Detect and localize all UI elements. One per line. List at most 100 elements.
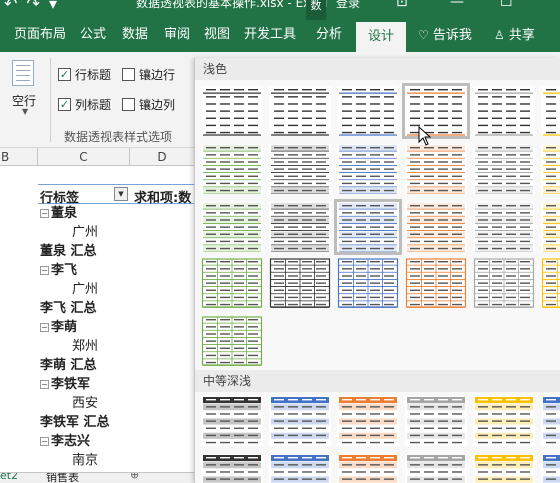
banded-rows-checkbox[interactable]: 镶边行	[122, 66, 175, 83]
pivot-style-swatch[interactable]	[405, 202, 467, 252]
pivot-style-swatch-medium[interactable]	[405, 396, 467, 446]
pivot-style-swatch[interactable]	[473, 258, 535, 308]
maximize-icon[interactable]: ☐	[500, 0, 513, 10]
tab-page-layout[interactable]: 页面布局	[14, 20, 66, 52]
pivot-city-row[interactable]: 西安	[72, 394, 98, 413]
section-light: 浅色	[195, 58, 560, 80]
add-sheet-icon[interactable]: ⊕	[130, 473, 139, 481]
filter-dropdown-icon[interactable]: ▼	[114, 187, 128, 201]
ribbon-display-icon[interactable]: ⊡	[396, 0, 408, 10]
mouse-cursor-icon	[418, 126, 432, 146]
pivot-style-swatch-medium[interactable]	[405, 454, 467, 483]
pivot-group-row[interactable]: − 董泉	[40, 204, 77, 223]
pivot-style-swatch[interactable]	[269, 202, 331, 252]
pivot-style-swatch-medium[interactable]	[269, 396, 331, 446]
pivot-style-swatch[interactable]	[337, 144, 399, 194]
chevron-down-icon[interactable]: ▼	[22, 107, 28, 116]
column-headers: B C D	[0, 148, 194, 166]
pivot-style-swatch[interactable]	[269, 144, 331, 194]
pivot-subtotal-row[interactable]: 李萌 汇总	[40, 356, 97, 375]
pivot-style-swatch[interactable]	[334, 199, 402, 255]
banded-columns-checkbox[interactable]: 镶边列	[122, 96, 175, 113]
pivot-style-swatch-medium[interactable]	[201, 454, 263, 483]
person-icon: ♙	[494, 28, 505, 42]
pivot-group-row[interactable]: − 李铁军	[40, 375, 90, 394]
column-headers-checkbox[interactable]: ✓ 列标题	[58, 96, 111, 113]
pivot-style-swatch[interactable]	[541, 258, 560, 308]
pivot-style-swatch[interactable]	[405, 144, 467, 194]
sheet-tab-prev[interactable]: et2	[0, 473, 18, 482]
pivot-subtotal-row[interactable]: 董泉 汇总	[40, 242, 97, 261]
pivot-style-swatch[interactable]	[337, 86, 399, 136]
pivot-group-row[interactable]: − 李飞	[40, 261, 77, 280]
tab-tell-me[interactable]: ♡ 告诉我	[418, 20, 472, 52]
pivot-style-swatch[interactable]	[201, 258, 263, 308]
tab-formulas[interactable]: 公式	[80, 20, 106, 52]
checkmark-icon: ✓	[58, 98, 71, 111]
pivot-subtotal-row[interactable]: 李铁军 汇总	[40, 413, 110, 432]
collapse-icon[interactable]: −	[40, 380, 49, 389]
tab-developer[interactable]: 开发工具	[244, 20, 296, 52]
pivot-style-swatch[interactable]	[405, 258, 467, 308]
pivot-style-swatch[interactable]	[473, 86, 535, 136]
pivot-city-row[interactable]: 南京	[72, 451, 98, 470]
row-headers-checkbox[interactable]: ✓ 行标题	[58, 66, 111, 83]
tab-design[interactable]: 设计	[356, 22, 406, 52]
sheet-tab-sales[interactable]: 销售表	[46, 473, 79, 483]
column-header-b[interactable]: B	[0, 148, 38, 166]
pivot-style-swatch[interactable]	[201, 316, 263, 366]
tab-data[interactable]: 数据	[122, 20, 148, 52]
ribbon-separator	[50, 58, 51, 142]
pivot-style-swatch-medium[interactable]	[473, 454, 535, 483]
tab-review[interactable]: 审阅	[164, 20, 190, 52]
pivot-style-swatch-medium[interactable]	[473, 396, 535, 446]
column-headers-label: 列标题	[75, 98, 112, 112]
pivot-style-swatch-medium[interactable]	[541, 396, 560, 446]
pivot-style-swatch[interactable]	[201, 202, 263, 252]
pivot-city-row[interactable]: 广州	[72, 223, 98, 242]
pivot-group-row[interactable]: − 李志兴	[40, 432, 90, 451]
pivot-city-row[interactable]: 郑州	[72, 337, 98, 356]
banded-columns-label: 镶边列	[139, 98, 176, 112]
pivot-style-swatch[interactable]	[201, 86, 263, 136]
sum-field-header[interactable]: 求和项:数	[134, 187, 191, 206]
collapse-icon[interactable]: −	[40, 437, 49, 446]
tab-view[interactable]: 视图	[204, 20, 230, 52]
pivot-style-swatch[interactable]	[201, 144, 263, 194]
share-button[interactable]: ♙ 共享	[494, 20, 535, 52]
collapse-icon[interactable]: −	[40, 209, 49, 218]
column-header-d[interactable]: D	[130, 148, 194, 166]
tab-analyze[interactable]: 分析	[316, 20, 342, 52]
collapse-icon[interactable]: −	[40, 266, 49, 275]
pivot-style-swatch-medium[interactable]	[541, 454, 560, 483]
minimize-icon[interactable]: —	[450, 0, 464, 10]
pivot-style-swatch[interactable]	[541, 202, 560, 252]
pivot-style-swatch[interactable]	[473, 144, 535, 194]
pivot-tools-context: 数	[306, 0, 326, 20]
pivot-style-swatch[interactable]	[541, 144, 560, 194]
pivot-style-swatch-medium[interactable]	[337, 396, 399, 446]
lightbulb-icon: ♡	[418, 28, 429, 42]
pivot-subtotal-row[interactable]: 李飞 汇总	[40, 299, 97, 318]
pivot-style-swatch-medium[interactable]	[201, 396, 263, 446]
row-headers-label: 行标题	[75, 68, 112, 82]
pivot-style-swatch[interactable]	[269, 86, 331, 136]
column-header-c[interactable]: C	[38, 148, 130, 166]
window-title: 数据透视表的基本操作.xlsx - Excel	[136, 0, 328, 10]
pivot-style-gallery: 浅色 中等深浅	[194, 58, 560, 483]
blank-rows-icon[interactable]	[12, 60, 34, 86]
pivot-style-swatch[interactable]	[541, 86, 560, 136]
title-bar: ↶ ↷ ▾ 数据透视表的基本操作.xlsx - Excel 数 登录 ⊡ — ☐	[0, 0, 560, 20]
pivot-style-swatch[interactable]	[402, 83, 470, 139]
pivot-city-row[interactable]: 广州	[72, 280, 98, 299]
pivot-group-row[interactable]: − 李萌	[40, 318, 77, 337]
pivot-style-swatch-medium[interactable]	[337, 454, 399, 483]
pivot-style-swatch-medium[interactable]	[269, 454, 331, 483]
collapse-icon[interactable]: −	[40, 323, 49, 332]
login-button[interactable]: 登录	[336, 0, 360, 11]
pivot-style-swatch[interactable]	[337, 258, 399, 308]
pivot-style-swatch[interactable]	[269, 258, 331, 308]
pivot-style-swatch[interactable]	[473, 202, 535, 252]
worksheet-grid[interactable]: B C D 行标签 ▼ 求和项:数 − 董泉 广州 董泉 汇总 − 李飞 广州 李飞…	[0, 148, 194, 483]
quick-access-toolbar[interactable]: ↶ ↷ ▾	[4, 0, 59, 13]
